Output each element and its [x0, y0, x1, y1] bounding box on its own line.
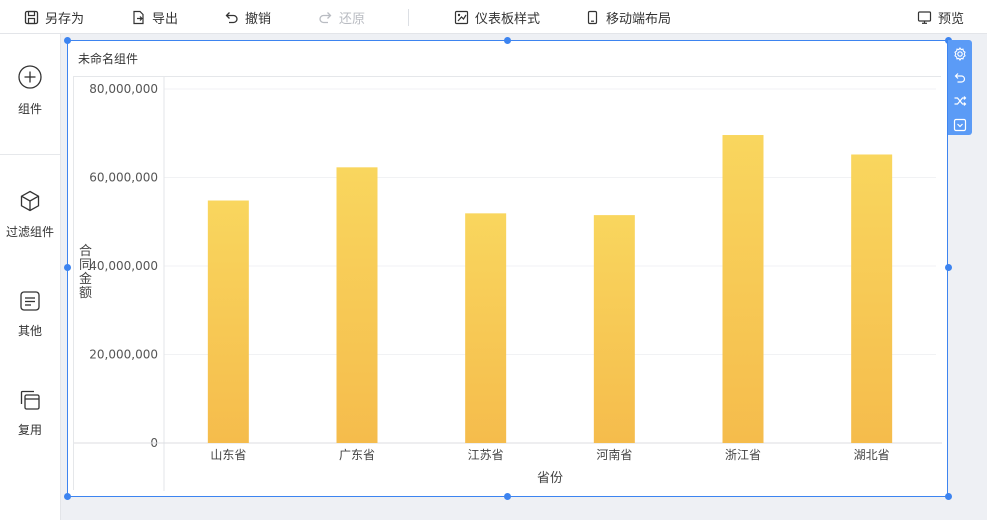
x-tick-label: 江苏省: [468, 448, 504, 462]
y-tick-label: 80,000,000: [89, 82, 158, 96]
sidebar-item-reuse[interactable]: 复用: [0, 389, 60, 438]
widget-undo-button[interactable]: [951, 68, 969, 88]
resize-handle-top[interactable]: [504, 37, 511, 44]
widget-switch-button[interactable]: [951, 92, 969, 112]
x-tick-label: 山东省: [210, 448, 246, 462]
bar: [207, 200, 249, 443]
redo-button[interactable]: 还原: [318, 0, 365, 34]
mobile-layout-button[interactable]: 移动端布局: [585, 0, 671, 34]
toolbar-divider: [408, 9, 409, 26]
sidebar-item-label: 过滤组件: [5, 225, 54, 239]
sidebar-item-label: 复用: [17, 423, 42, 437]
sidebar-item-filter-components[interactable]: 过滤组件: [0, 189, 60, 240]
y-axis-title: 合同金额: [79, 244, 92, 301]
sidebar-divider: [0, 154, 60, 155]
chevron-down-box-icon: [953, 119, 967, 132]
resize-handle-right[interactable]: [945, 264, 952, 271]
sidebar-item-components[interactable]: 组件: [0, 64, 60, 117]
copy-layers-icon: [20, 390, 40, 410]
resize-handle-left[interactable]: [64, 264, 71, 271]
widget-title: 未命名组件: [78, 52, 139, 66]
resize-handle-top-left[interactable]: [64, 37, 71, 44]
y-tick-label: 20,000,000: [89, 348, 158, 362]
gear-icon: [954, 46, 966, 61]
bar: [722, 135, 764, 443]
component-sidebar: 组件 过滤组件 其他 复用: [0, 34, 61, 520]
bar: [593, 215, 635, 443]
chart-frame: 0 20,000,000 40,000,000 60,000,000 80,000,00…: [73, 76, 942, 491]
x-axis-title: 省份: [537, 471, 563, 486]
bar: [336, 167, 378, 443]
undo-button[interactable]: 撤销: [224, 0, 271, 34]
top-toolbar: 另存为 导出 撤销 还原 仪表板样式 移动端布局 预览: [0, 0, 987, 34]
bar-chart: 020,000,00040,000,00060,000,00080,000,00…: [74, 77, 942, 491]
y-tick-label: 60,000,000: [89, 171, 158, 185]
undo-icon: [954, 72, 966, 83]
mobile-icon: [587, 10, 598, 24]
y-tick-label: 40,000,000: [89, 259, 158, 273]
cube-icon: [20, 190, 40, 212]
mobile-layout-label: 移动端布局: [606, 11, 672, 27]
palette-icon: [454, 10, 469, 24]
x-tick-label: 广东省: [339, 448, 375, 462]
export-button[interactable]: 导出: [131, 0, 178, 34]
save-icon: [24, 10, 39, 24]
x-tick-label: 河南省: [596, 447, 632, 462]
save-as-button[interactable]: 另存为: [24, 0, 84, 34]
preview-label: 预览: [938, 11, 965, 27]
save-as-label: 另存为: [45, 11, 85, 27]
monitor-icon: [917, 10, 932, 24]
sidebar-item-label: 其他: [17, 324, 42, 338]
x-tick-label: 浙江省: [725, 448, 761, 462]
export-label: 导出: [152, 11, 179, 27]
dashboard-style-button[interactable]: 仪表板样式: [454, 0, 540, 34]
widget-more-button[interactable]: [951, 115, 969, 135]
plus-circle-icon: [18, 65, 42, 89]
text-box-icon: [20, 291, 40, 311]
widget-settings-button[interactable]: [951, 44, 969, 64]
sidebar-item-label: 组件: [17, 102, 42, 116]
resize-handle-bottom-right[interactable]: [945, 493, 952, 500]
undo-label: 撤销: [245, 11, 272, 27]
redo-label: 还原: [339, 11, 366, 27]
sidebar-item-other[interactable]: 其他: [0, 290, 60, 339]
dashboard-style-label: 仪表板样式: [475, 11, 541, 27]
redo-icon: [319, 11, 332, 23]
x-tick-label: 湖北省: [854, 447, 890, 462]
undo-icon: [225, 11, 238, 23]
bar: [851, 154, 893, 443]
resize-handle-bottom[interactable]: [504, 493, 511, 500]
export-icon: [133, 10, 144, 24]
chart-widget[interactable]: 未命名组件 0 20,000,000 40,000,000 60,000,000 80,…: [67, 40, 948, 497]
bar: [465, 213, 507, 443]
shuffle-icon: [954, 96, 967, 107]
preview-button[interactable]: 预览: [917, 0, 964, 34]
resize-handle-bottom-left[interactable]: [64, 493, 71, 500]
widget-toolbar: [948, 40, 972, 135]
